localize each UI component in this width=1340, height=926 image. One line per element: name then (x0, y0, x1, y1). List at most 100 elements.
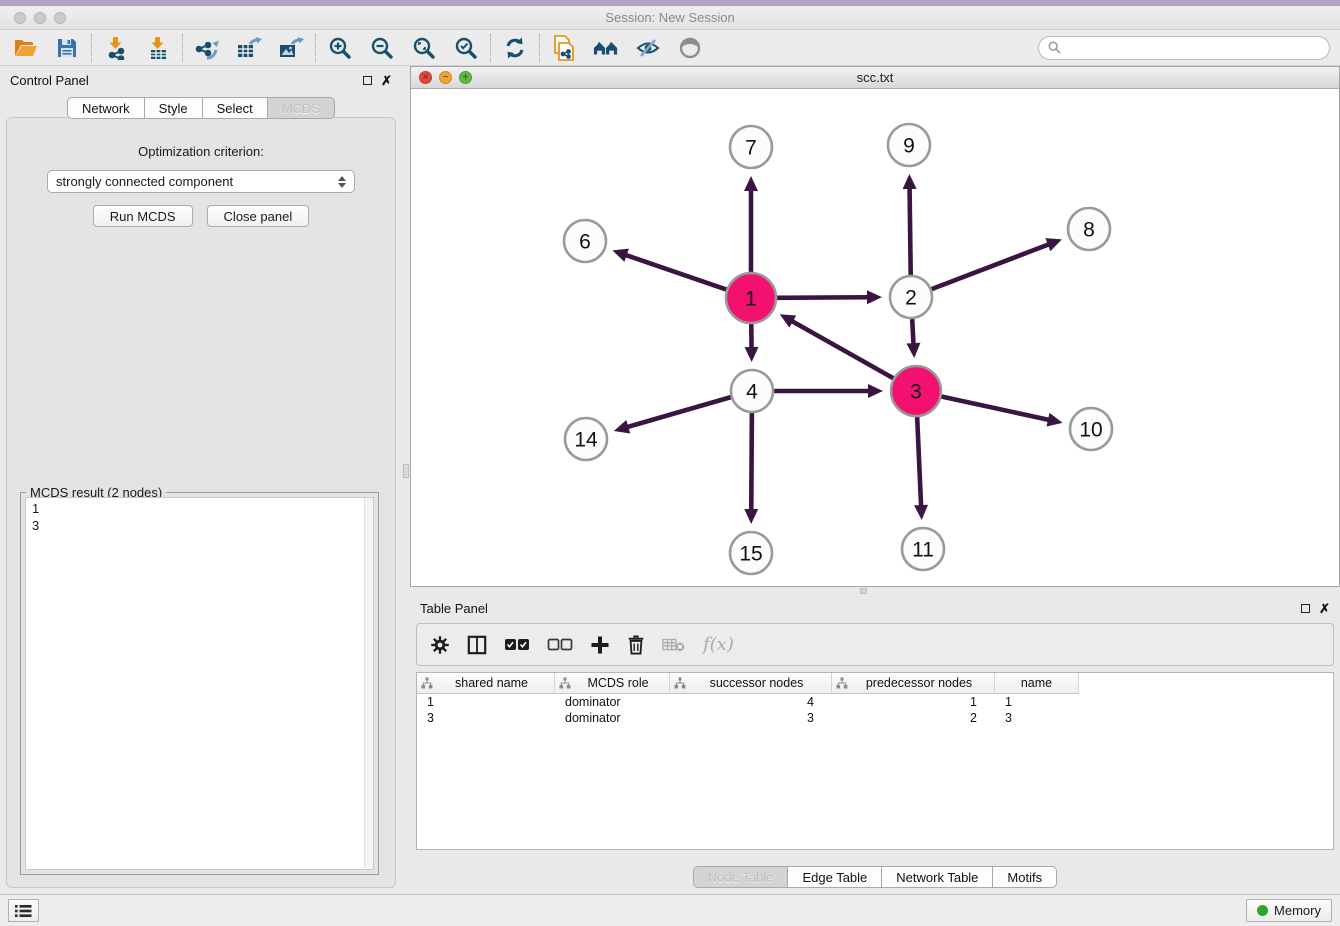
edge-4-14[interactable] (626, 397, 731, 427)
show-details-eye-icon[interactable] (677, 35, 703, 61)
memory-button[interactable]: Memory (1246, 899, 1332, 922)
table-cell[interactable]: 3 (417, 710, 555, 726)
edge-2-3[interactable] (912, 319, 913, 345)
export-image-icon[interactable] (278, 35, 304, 61)
svg-text:11: 11 (912, 539, 934, 562)
export-table-icon[interactable] (236, 35, 262, 61)
task-history-button[interactable] (8, 899, 39, 922)
split-panel-icon[interactable] (467, 635, 487, 655)
graph-node-11[interactable]: 11 (902, 528, 944, 570)
table-cell[interactable]: 1 (995, 694, 1079, 710)
graph-node-10[interactable]: 10 (1070, 408, 1112, 450)
column-header-shared-name[interactable]: shared name (417, 673, 555, 694)
import-table-icon[interactable] (145, 35, 171, 61)
svg-text:15: 15 (739, 543, 762, 566)
close-panel-icon[interactable]: ✗ (381, 76, 392, 85)
select-all-columns-icon[interactable] (504, 638, 530, 652)
close-table-panel-icon[interactable]: ✗ (1319, 604, 1330, 613)
delete-column-icon[interactable] (627, 635, 645, 655)
tab-motifs[interactable]: Motifs (993, 866, 1057, 888)
graph-node-9[interactable]: 9 (888, 124, 930, 166)
deselect-all-columns-icon[interactable] (547, 638, 573, 652)
table-row[interactable]: 1dominator411 (417, 694, 1333, 710)
window-resize-handle[interactable] (860, 588, 867, 594)
edge-1-6[interactable] (625, 255, 727, 290)
zoom-out-icon[interactable] (369, 35, 395, 61)
graph-node-4[interactable]: 4 (731, 370, 773, 412)
minimize-view-icon[interactable]: − (439, 71, 452, 84)
table-cell[interactable]: 1 (417, 694, 555, 710)
table-cell[interactable]: 3 (670, 710, 832, 726)
tab-network[interactable]: Network (67, 97, 145, 119)
search-input[interactable] (1038, 36, 1330, 60)
table-cell[interactable]: 3 (995, 710, 1079, 726)
float-panel-icon[interactable] (363, 76, 372, 85)
edge-arrowhead (612, 249, 628, 262)
graph-node-7[interactable]: 7 (730, 126, 772, 168)
delete-table-icon[interactable] (662, 637, 686, 653)
table-row[interactable]: 3dominator323 (417, 710, 1333, 726)
graph-node-15[interactable]: 15 (730, 532, 772, 574)
zoom-window-button[interactable] (54, 12, 66, 24)
open-file-icon[interactable] (12, 35, 38, 61)
zoom-selected-icon[interactable] (453, 35, 479, 61)
graph-node-1[interactable]: 1 (726, 273, 776, 323)
search-icon (1048, 41, 1061, 54)
graph-node-8[interactable]: 8 (1068, 208, 1110, 250)
import-network-icon[interactable] (103, 35, 129, 61)
network-canvas[interactable]: 1 2 3 4 6 7 8 9 10 11 14 15 (411, 89, 1339, 586)
edge-1-2[interactable] (777, 297, 869, 298)
edge-2-9[interactable] (910, 187, 911, 275)
hide-panels-eye-icon[interactable] (635, 35, 661, 61)
close-view-icon[interactable]: × (419, 71, 432, 84)
graph-node-3[interactable]: 3 (891, 366, 941, 416)
column-header-predecessor-nodes[interactable]: predecessor nodes (832, 673, 995, 694)
edge-arrowhead (914, 505, 928, 520)
edge-3-10[interactable] (941, 397, 1050, 421)
table-cell[interactable]: 1 (832, 694, 995, 710)
graph-node-14[interactable]: 14 (565, 418, 607, 460)
edge-arrowhead (744, 509, 758, 524)
tab-network-table[interactable]: Network Table (882, 866, 993, 888)
optimization-criterion-select[interactable]: strongly connected component (47, 170, 355, 193)
tab-edge-table[interactable]: Edge Table (788, 866, 882, 888)
table-panel: Table Panel ✗ (410, 595, 1340, 894)
table-cell[interactable]: 2 (832, 710, 995, 726)
copy-network-view-icon[interactable] (551, 35, 577, 61)
tab-mcds[interactable]: MCDS (268, 97, 335, 119)
home-layout-icon[interactable] (593, 35, 619, 61)
status-bar: Memory (0, 894, 1340, 926)
function-builder-icon[interactable]: f(x) (703, 634, 734, 655)
graph-node-6[interactable]: 6 (564, 220, 606, 262)
tab-node-table[interactable]: Node Table (693, 866, 789, 888)
close-panel-button[interactable]: Close panel (207, 205, 310, 227)
edge-3-1[interactable] (791, 321, 893, 379)
settings-gear-icon[interactable] (430, 635, 450, 655)
close-window-button[interactable] (14, 12, 26, 24)
divider-handle-icon[interactable] (403, 464, 409, 478)
table-cell[interactable]: dominator (555, 710, 670, 726)
column-header-name[interactable]: name (995, 673, 1079, 694)
edge-3-11[interactable] (917, 417, 921, 507)
table-cell[interactable]: dominator (555, 694, 670, 710)
maximize-view-icon[interactable]: + (459, 71, 472, 84)
zoom-fit-icon[interactable] (411, 35, 437, 61)
edge-2-8[interactable] (932, 244, 1050, 289)
float-table-panel-icon[interactable] (1301, 604, 1310, 613)
table-cell[interactable]: 4 (670, 694, 832, 710)
minimize-window-button[interactable] (34, 12, 46, 24)
tab-select[interactable]: Select (203, 97, 268, 119)
result-scrollbar[interactable] (364, 498, 373, 869)
refresh-icon[interactable] (502, 35, 528, 61)
tab-style[interactable]: Style (145, 97, 203, 119)
edge-4-15[interactable] (751, 413, 752, 511)
column-header-MCDS-role[interactable]: MCDS role (555, 673, 670, 694)
add-column-icon[interactable] (590, 635, 610, 655)
panel-divider[interactable] (402, 66, 410, 894)
save-session-icon[interactable] (54, 35, 80, 61)
zoom-in-icon[interactable] (327, 35, 353, 61)
column-header-successor-nodes[interactable]: successor nodes (670, 673, 832, 694)
run-mcds-button[interactable]: Run MCDS (93, 205, 193, 227)
export-network-icon[interactable] (194, 35, 220, 61)
graph-node-2[interactable]: 2 (890, 276, 932, 318)
